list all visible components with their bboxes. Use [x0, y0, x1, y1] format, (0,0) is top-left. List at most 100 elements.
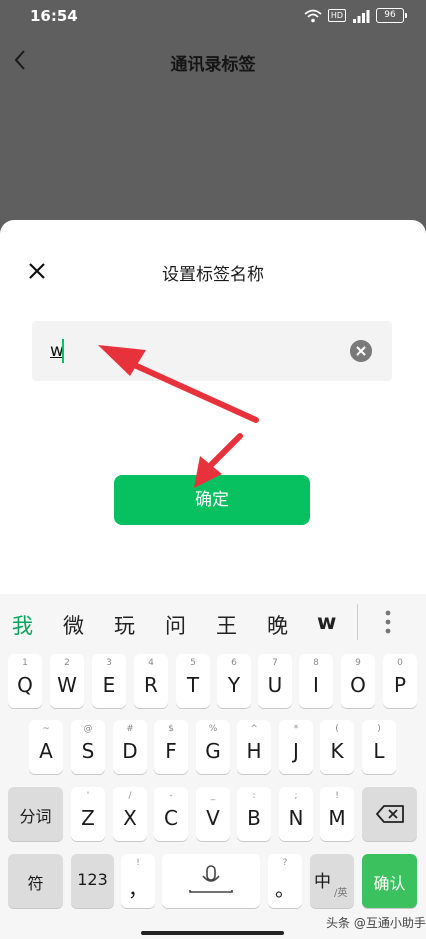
key-t[interactable]: 5T — [176, 654, 210, 708]
key-b[interactable]: :B — [237, 787, 271, 841]
candidate-word[interactable]: 问 — [165, 610, 186, 640]
key-label: I — [313, 673, 319, 697]
key-label: N — [288, 806, 304, 830]
key-sub-label: - — [169, 791, 173, 801]
key-i[interactable]: 8I — [299, 654, 333, 708]
period-key[interactable]: ?。 — [268, 854, 302, 908]
key-sub-label: 7 — [272, 658, 278, 668]
key-label: 。 — [275, 877, 295, 901]
key-label: Y — [227, 673, 241, 697]
key-sub-label: 4 — [148, 658, 154, 668]
key-k[interactable]: (K — [320, 720, 354, 774]
key-a[interactable]: ~ A — [29, 720, 63, 774]
backspace-key[interactable] — [362, 787, 417, 841]
key-sub-label: ^ — [250, 724, 258, 734]
space-voice-key[interactable] — [162, 854, 260, 908]
language-switch-key[interactable]: 中 /英 — [310, 854, 354, 908]
key-label: B — [247, 806, 261, 830]
key-label: A — [39, 739, 53, 763]
key-d[interactable]: # D — [113, 720, 147, 774]
microphone-icon — [189, 865, 233, 893]
key-label: T — [186, 673, 200, 697]
key-label: 确认 — [373, 874, 406, 893]
key-sub-label: /英 — [334, 888, 348, 899]
candidate-word[interactable]: 玩 — [114, 610, 135, 640]
status-icons: HD 96 — [304, 8, 407, 23]
backspace-icon — [376, 805, 404, 823]
clear-input-icon[interactable] — [350, 340, 372, 362]
key-label: F — [165, 739, 177, 763]
key-sub-label: ; — [294, 791, 298, 801]
key-label: W — [57, 673, 77, 697]
key-sub-label: : — [252, 791, 256, 801]
key-sub-label: _ — [210, 791, 216, 801]
key-sub-label: ( — [335, 724, 339, 734]
battery-indicator: 96 — [376, 8, 407, 23]
candidate-word[interactable]: 王 — [216, 610, 237, 640]
key-x[interactable]: / X — [113, 787, 147, 841]
confirm-key[interactable]: 确认 — [362, 854, 417, 908]
confirm-button[interactable]: 确定 — [114, 475, 310, 525]
key-sub-label: 9 — [355, 658, 361, 668]
key-h[interactable]: ^ H — [237, 720, 271, 774]
key-n[interactable]: ; N — [279, 787, 313, 841]
key-sub-label: * — [293, 724, 299, 734]
key-label: J — [293, 739, 299, 763]
key-sub-label: ! — [335, 791, 339, 801]
key-sub-label: ' — [86, 791, 90, 801]
candidate-word[interactable]: 晚 — [267, 610, 288, 640]
key-label: L — [373, 739, 385, 763]
more-options-icon[interactable] — [382, 609, 394, 635]
key-f[interactable]: $ F — [154, 720, 188, 774]
key-label: D — [122, 739, 138, 763]
key-sub-label: 5 — [190, 658, 196, 668]
key-label: E — [102, 673, 116, 697]
key-u[interactable]: 7U — [258, 654, 292, 708]
key-label: V — [206, 806, 220, 830]
key-m[interactable]: ! M — [320, 787, 354, 841]
key-label: 中 — [314, 872, 331, 892]
key-v[interactable]: _ V — [196, 787, 230, 841]
key-label: H — [246, 739, 262, 763]
key-e[interactable]: 3E — [92, 654, 126, 708]
candidate-word[interactable]: w — [317, 610, 336, 634]
key-sub-label: 1 — [22, 658, 28, 668]
key-label: 分词 — [19, 807, 52, 826]
key-o[interactable]: 9O — [341, 654, 375, 708]
fenci-key[interactable]: 分词 — [8, 787, 63, 841]
key-r[interactable]: 4R — [134, 654, 168, 708]
key-sub-label: 8 — [313, 658, 319, 668]
tag-name-input[interactable]: w — [32, 321, 392, 381]
key-label: M — [328, 806, 346, 830]
comma-key[interactable]: !， — [121, 854, 155, 908]
key-s[interactable]: @ S — [71, 720, 105, 774]
key-p[interactable]: 0P — [383, 654, 417, 708]
key-sub-label: / — [128, 791, 132, 801]
key-w[interactable]: 2W — [50, 654, 84, 708]
key-sub-label: 3 — [106, 658, 112, 668]
signal-icon — [353, 9, 370, 23]
candidate-divider — [357, 604, 358, 640]
key-j[interactable]: * J — [279, 720, 313, 774]
key-g[interactable]: % G — [196, 720, 230, 774]
symbols-key[interactable]: 符 — [8, 854, 63, 908]
status-time: 16:54 — [30, 7, 78, 25]
key-c[interactable]: -C — [154, 787, 188, 841]
key-z[interactable]: ' Z — [71, 787, 105, 841]
key-sub-label: ~ — [42, 724, 50, 734]
home-indicator[interactable] — [141, 931, 284, 935]
key-l[interactable]: ) L — [362, 720, 396, 774]
numbers-key[interactable]: 123 — [71, 854, 114, 908]
wifi-icon — [304, 9, 322, 22]
key-y[interactable]: 6Y — [217, 654, 251, 708]
candidate-word[interactable]: 我 — [12, 610, 33, 640]
key-sub-label: 6 — [231, 658, 237, 668]
key-label: G — [205, 739, 221, 763]
top-nav: 通讯录标签 — [0, 36, 426, 86]
key-label: 符 — [27, 874, 44, 893]
key-q[interactable]: 1Q — [8, 654, 42, 708]
key-label: Q — [17, 673, 33, 697]
key-sub-label: ! — [136, 858, 140, 868]
text-caret — [62, 339, 64, 363]
candidate-word[interactable]: 微 — [63, 610, 84, 640]
